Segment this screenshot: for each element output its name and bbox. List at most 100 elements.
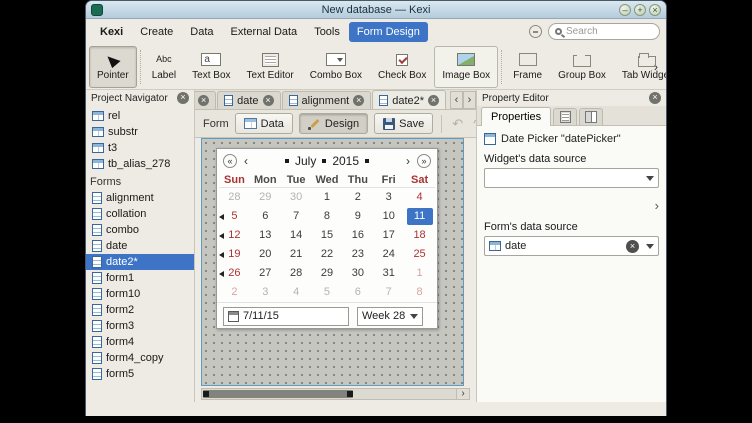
week-combo[interactable]: Week 28 <box>357 307 423 326</box>
form-design-canvas[interactable]: July 2015 SunMonTueWedThuFriSat 28293012… <box>201 138 464 386</box>
calendar-day[interactable]: 3 <box>373 188 404 207</box>
nav-form-alignment[interactable]: alignment <box>86 190 194 206</box>
calendar-day[interactable]: 1 <box>312 188 343 207</box>
date-field-input[interactable] <box>243 310 344 322</box>
calendar-day[interactable]: 6 <box>250 207 281 226</box>
search-input[interactable] <box>566 26 653 37</box>
calendar-day[interactable]: 5 <box>312 283 343 302</box>
calendar-day[interactable]: 2 <box>342 188 373 207</box>
tab-date[interactable]: date <box>217 91 280 109</box>
menu-item-data[interactable]: Data <box>182 22 221 42</box>
close-tab-icon[interactable] <box>353 95 364 106</box>
month-label[interactable]: July <box>293 154 318 168</box>
calendar-day[interactable]: 17 <box>373 226 404 245</box>
calendar-day[interactable]: 18 <box>404 226 435 245</box>
close-tab-icon[interactable] <box>428 95 439 106</box>
horizontal-scrollbar[interactable] <box>201 388 470 400</box>
nav-form-date2[interactable]: date2* <box>86 254 194 270</box>
next-year-button[interactable] <box>417 154 431 168</box>
nav-form-date[interactable]: date <box>86 238 194 254</box>
nav-table-tb-alias-278[interactable]: tb_alias_278 <box>86 156 194 172</box>
calendar-day[interactable]: 27 <box>250 264 281 283</box>
tab-data-source[interactable] <box>553 108 577 125</box>
tab-properties[interactable]: Properties <box>481 107 551 126</box>
scroll-right-button[interactable] <box>456 389 469 399</box>
close-project-navigator-icon[interactable] <box>177 92 189 104</box>
date-picker-widget[interactable]: July 2015 SunMonTueWedThuFriSat 28293012… <box>216 148 438 329</box>
calendar-day[interactable]: 9 <box>342 207 373 226</box>
calendar-day[interactable]: 7 <box>281 207 312 226</box>
calendar-day[interactable]: 3 <box>250 283 281 302</box>
menu-item-kexi[interactable]: Kexi <box>92 22 131 42</box>
nav-form-form4-copy[interactable]: form4_copy <box>86 350 194 366</box>
minimize-button[interactable] <box>619 4 631 16</box>
calendar-day[interactable]: 30 <box>281 188 312 207</box>
calendar-day[interactable]: 2 <box>219 283 250 302</box>
year-label[interactable]: 2015 <box>330 154 361 168</box>
pointer-tool-button[interactable]: Pointer <box>89 46 137 88</box>
prev-month-button[interactable] <box>241 154 251 168</box>
calendar-day[interactable]: 4 <box>281 283 312 302</box>
nav-form-form10[interactable]: form10 <box>86 286 194 302</box>
scrollbar-thumb[interactable] <box>203 390 353 398</box>
group-box-tool-button[interactable]: Group Box <box>550 46 614 88</box>
calendar-day[interactable]: 30 <box>342 264 373 283</box>
settings-icon[interactable] <box>529 25 542 38</box>
section-expander-icon[interactable] <box>655 198 659 213</box>
save-button[interactable]: Save <box>374 113 433 134</box>
nav-form-form1[interactable]: form1 <box>86 270 194 286</box>
undo-button[interactable] <box>450 116 465 132</box>
tab-alignment[interactable]: alignment <box>282 91 372 109</box>
close-tab-icon[interactable] <box>263 95 274 106</box>
text-box-tool-button[interactable]: Text Box <box>184 46 238 88</box>
date-field[interactable] <box>223 307 349 326</box>
calendar-day[interactable]: 25 <box>404 245 435 264</box>
titlebar[interactable]: New database — Kexi <box>86 1 666 19</box>
nav-form-form5[interactable]: form5 <box>86 366 194 382</box>
calendar-day[interactable]: 13 <box>250 226 281 245</box>
menu-item-create[interactable]: Create <box>132 22 181 42</box>
nav-form-form3[interactable]: form3 <box>86 318 194 334</box>
close-button[interactable] <box>649 4 661 16</box>
calendar-day[interactable]: 14 <box>281 226 312 245</box>
nav-form-form2[interactable]: form2 <box>86 302 194 318</box>
tab-o[interactable]: o <box>195 91 216 109</box>
calendar-day[interactable]: 28 <box>281 264 312 283</box>
tab-scroll-left-button[interactable] <box>450 91 463 109</box>
menu-item-form-design[interactable]: Form Design <box>349 22 428 42</box>
calendar-day[interactable]: 24 <box>373 245 404 264</box>
calendar-day[interactable]: 7 <box>373 283 404 302</box>
image-box-tool-button[interactable]: Image Box <box>434 46 498 88</box>
calendar-day[interactable]: 20 <box>250 245 281 264</box>
search-box[interactable] <box>548 23 660 40</box>
maximize-button[interactable] <box>634 4 646 16</box>
calendar-day[interactable]: 4 <box>404 188 435 207</box>
nav-table-substr[interactable]: substr <box>86 124 194 140</box>
calendar-day[interactable]: 10 <box>373 207 404 226</box>
calendar-day[interactable]: 21 <box>281 245 312 264</box>
nav-form-combo[interactable]: combo <box>86 222 194 238</box>
frame-tool-button[interactable]: Frame <box>505 46 550 88</box>
nav-table-t3[interactable]: t3 <box>86 140 194 156</box>
close-tab-icon[interactable] <box>198 95 209 106</box>
calendar-day[interactable]: 1 <box>404 264 435 283</box>
nav-form-collation[interactable]: collation <box>86 206 194 222</box>
calendar-day[interactable]: 22 <box>312 245 343 264</box>
calendar-day[interactable]: 29 <box>312 264 343 283</box>
data-view-button[interactable]: Data <box>235 113 293 134</box>
next-month-button[interactable] <box>403 154 413 168</box>
calendar-day[interactable]: 29 <box>250 188 281 207</box>
calendar-day[interactable]: 23 <box>342 245 373 264</box>
menu-item-tools[interactable]: Tools <box>306 22 348 42</box>
calendar-day[interactable]: 15 <box>312 226 343 245</box>
prev-year-button[interactable] <box>223 154 237 168</box>
text-editor-tool-button[interactable]: Text Editor <box>239 46 302 88</box>
check-box-tool-button[interactable]: Check Box <box>370 46 434 88</box>
menu-item-external-data[interactable]: External Data <box>223 22 306 42</box>
calendar-day[interactable]: 16 <box>342 226 373 245</box>
calendar-day[interactable]: 6 <box>342 283 373 302</box>
form-data-source-combo[interactable]: date <box>484 236 659 256</box>
nav-form-form4[interactable]: form4 <box>86 334 194 350</box>
tab-date2[interactable]: date2* <box>372 90 446 110</box>
calendar-day[interactable]: 8 <box>312 207 343 226</box>
